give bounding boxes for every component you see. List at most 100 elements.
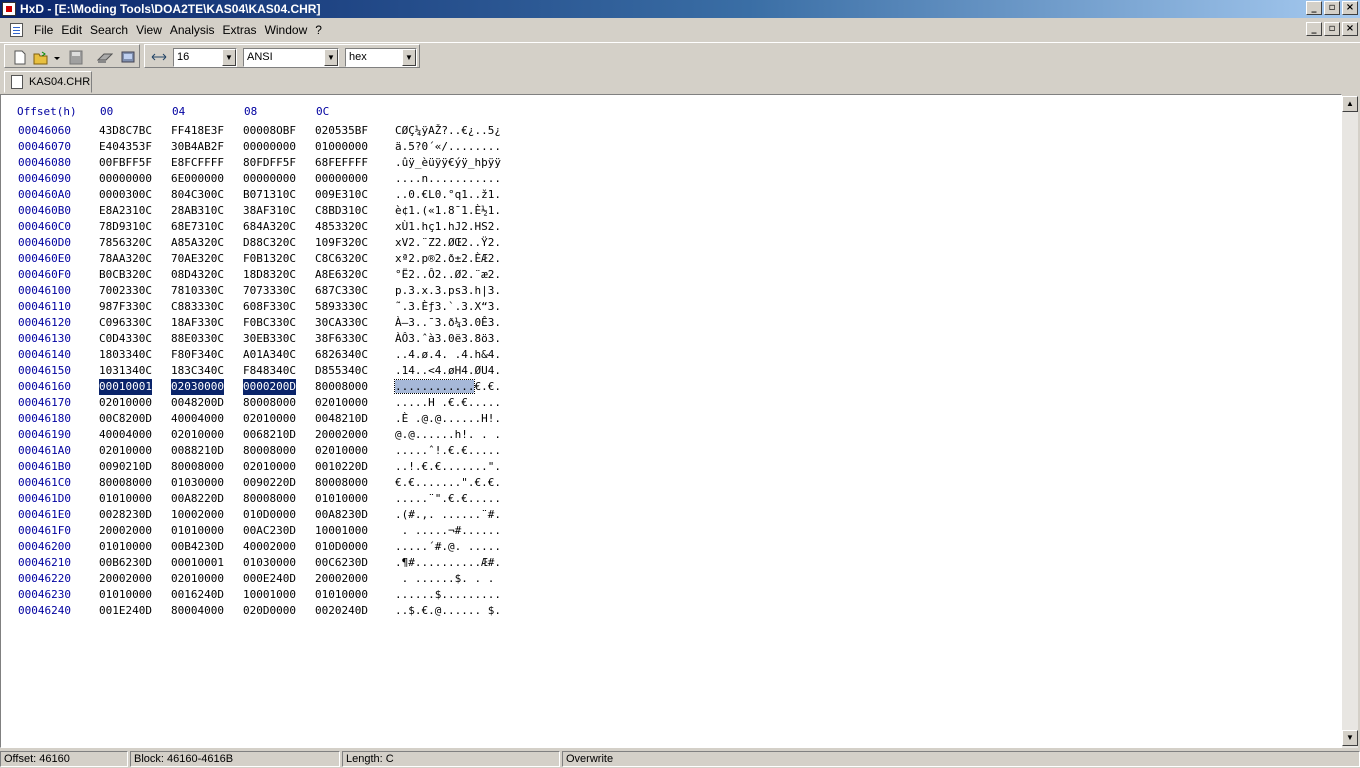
text-column[interactable]: xª2.p®2.ð±2.ÈÆ2. xyxy=(395,251,501,267)
scroll-up-button[interactable]: ▲ xyxy=(1342,96,1358,112)
hex-byte-group[interactable]: 0090220D xyxy=(243,475,296,491)
hex-byte-group[interactable]: 4853320C xyxy=(315,219,368,235)
hex-byte-group[interactable]: 80004000 xyxy=(171,603,224,619)
hex-byte-group[interactable]: 80008000 xyxy=(315,475,368,491)
hex-byte-group[interactable]: 00C6230D xyxy=(315,555,368,571)
hex-byte-group[interactable]: E8A2310C xyxy=(99,203,152,219)
doc-minimize-button[interactable]: _ xyxy=(1306,22,1322,36)
hex-byte-group[interactable]: 01010000 xyxy=(99,491,152,507)
hex-byte-group[interactable]: 68E7310C xyxy=(171,219,224,235)
hex-byte-group[interactable]: C8BD310C xyxy=(315,203,368,219)
hex-byte-group[interactable]: A85A320C xyxy=(171,235,224,251)
hex-byte-group[interactable]: F80F340C xyxy=(171,347,224,363)
text-column[interactable]: .....H .€.€..... xyxy=(395,395,501,411)
hex-byte-group[interactable]: 78AA320C xyxy=(99,251,152,267)
hex-byte-group[interactable]: 7002330C xyxy=(99,283,152,299)
hex-byte-group[interactable]: 80FDFF5F xyxy=(243,155,296,171)
save-icon[interactable] xyxy=(68,50,84,65)
offset-base-select[interactable]: hex ▼ xyxy=(345,48,417,67)
menu-item-extras[interactable]: Extras xyxy=(219,23,261,37)
hex-byte-group[interactable]: 02010000 xyxy=(315,443,368,459)
hex-byte-group[interactable]: 30B4AB2F xyxy=(171,139,224,155)
text-column[interactable]: . ......$. . . xyxy=(395,571,501,587)
hex-byte-group[interactable]: 18D8320C xyxy=(243,267,296,283)
hex-byte-group[interactable]: F0B1320C xyxy=(243,251,296,267)
hex-byte-group[interactable]: 80008000 xyxy=(243,395,296,411)
hex-byte-group[interactable]: 40004000 xyxy=(171,411,224,427)
hex-byte-group[interactable]: 109F320C xyxy=(315,235,368,251)
hex-byte-group[interactable]: 183C340C xyxy=(171,363,224,379)
new-file-icon[interactable] xyxy=(12,50,28,65)
hex-byte-group[interactable]: 00AC230D xyxy=(243,523,296,539)
status-mode[interactable]: Overwrite xyxy=(562,751,1360,767)
text-column[interactable]: ä.5?0´«/........ xyxy=(395,139,501,155)
hex-byte-group[interactable]: 01000000 xyxy=(315,139,368,155)
hex-byte-group[interactable]: 6826340C xyxy=(315,347,368,363)
text-column[interactable]: °Ë2..Ô2..Ø2.¨æ2. xyxy=(395,267,501,283)
hex-byte-group[interactable]: 00010001 xyxy=(99,379,152,395)
menu-item-window[interactable]: Window xyxy=(261,23,312,37)
hex-byte-group[interactable]: C8C6320C xyxy=(315,251,368,267)
hex-byte-group[interactable]: 6E000000 xyxy=(171,171,224,187)
hex-byte-group[interactable]: 7856320C xyxy=(99,235,152,251)
hex-byte-group[interactable]: 687C330C xyxy=(315,283,368,299)
hex-byte-group[interactable]: 00010001 xyxy=(171,555,224,571)
text-column[interactable]: .È .@.@......H!. xyxy=(395,411,501,427)
hex-byte-group[interactable]: 7810330C xyxy=(171,283,224,299)
hex-byte-group[interactable]: B0CB320C xyxy=(99,267,152,283)
hex-byte-group[interactable]: 08D4320C xyxy=(171,267,224,283)
hex-byte-group[interactable]: 00000000 xyxy=(99,171,152,187)
hex-byte-group[interactable]: 01010000 xyxy=(315,587,368,603)
hex-byte-group[interactable]: 02030000 xyxy=(171,379,224,395)
hex-byte-group[interactable]: 01010000 xyxy=(99,539,152,555)
menu-item-help[interactable]: ? xyxy=(311,23,326,37)
hex-byte-group[interactable]: 0090210D xyxy=(99,459,152,475)
hex-byte-group[interactable]: 80008000 xyxy=(243,491,296,507)
hex-byte-group[interactable]: 0048200D xyxy=(171,395,224,411)
hex-editor[interactable]: Offset(h) 00 04 08 0C 00046060 43D8C7BC FF… xyxy=(0,94,1342,748)
text-selection[interactable]: ............ xyxy=(393,379,476,394)
hex-byte-group[interactable]: 20002000 xyxy=(315,571,368,587)
text-column[interactable]: . .....¬#...... xyxy=(395,523,501,539)
hex-byte-group[interactable]: 70AE320C xyxy=(171,251,224,267)
hex-byte-group[interactable]: 28AB310C xyxy=(171,203,224,219)
hex-byte-group[interactable]: 68FEFFFF xyxy=(315,155,368,171)
hex-byte-group[interactable]: 009E310C xyxy=(315,187,368,203)
minimize-button[interactable]: _ xyxy=(1306,1,1322,15)
hex-byte-group[interactable]: 78D9310C xyxy=(99,219,152,235)
hex-byte-group[interactable]: 000E240D xyxy=(243,571,296,587)
text-column[interactable]: ......$......... xyxy=(395,587,501,603)
hex-byte-group[interactable]: 43D8C7BC xyxy=(99,123,152,139)
hex-byte-group[interactable]: 00000000 xyxy=(243,171,296,187)
text-column[interactable]: .....´#.@. ..... xyxy=(395,539,501,555)
hex-byte-group[interactable]: 684A320C xyxy=(243,219,296,235)
maximize-button[interactable]: ▫ xyxy=(1324,1,1340,15)
hex-byte-group[interactable]: F0BC330C xyxy=(243,315,296,331)
hex-byte-group[interactable]: 010D0000 xyxy=(243,507,296,523)
hex-byte-group[interactable]: 0000300C xyxy=(99,187,152,203)
hex-byte-group[interactable]: 00008OBF xyxy=(243,123,296,139)
hex-byte-group[interactable]: 5893330C xyxy=(315,299,368,315)
text-column[interactable]: .ûÿ_èüÿÿ€ýÿ_hþÿÿ xyxy=(395,155,501,171)
ram-editor-icon[interactable] xyxy=(120,50,136,65)
hex-byte-group[interactable]: 80008000 xyxy=(171,459,224,475)
text-column[interactable]: €.€.......".€.€. xyxy=(395,475,501,491)
text-column[interactable]: .....ˆ!.€.€..... xyxy=(395,443,501,459)
text-column[interactable]: p.3.x.3.ps3.h|3. xyxy=(395,283,501,299)
text-column[interactable]: CØÇ¼ÿAŽ?..€¿..5¿ xyxy=(395,123,501,139)
text-column[interactable]: .14..<4.øH4.ØU4. xyxy=(395,363,501,379)
open-file-icon[interactable] xyxy=(33,50,49,65)
text-column[interactable]: ..4.ø.4. .4.h&4. xyxy=(395,347,501,363)
hex-byte-group[interactable]: 01010000 xyxy=(315,491,368,507)
hex-byte-group[interactable]: 40004000 xyxy=(99,427,152,443)
chevron-down-icon[interactable]: ▼ xyxy=(402,49,416,66)
hex-byte-group[interactable]: 80008000 xyxy=(243,443,296,459)
hex-byte-group[interactable]: C883330C xyxy=(171,299,224,315)
chevron-down-icon[interactable]: ▼ xyxy=(324,49,338,66)
hex-byte-group[interactable]: 608F330C xyxy=(243,299,296,315)
hex-byte-group[interactable]: 10001000 xyxy=(243,587,296,603)
hex-byte-group[interactable]: 00B4230D xyxy=(171,539,224,555)
hex-byte-group[interactable]: C096330C xyxy=(99,315,152,331)
hex-byte-group[interactable]: 40002000 xyxy=(243,539,296,555)
menu-item-view[interactable]: View xyxy=(132,23,166,37)
